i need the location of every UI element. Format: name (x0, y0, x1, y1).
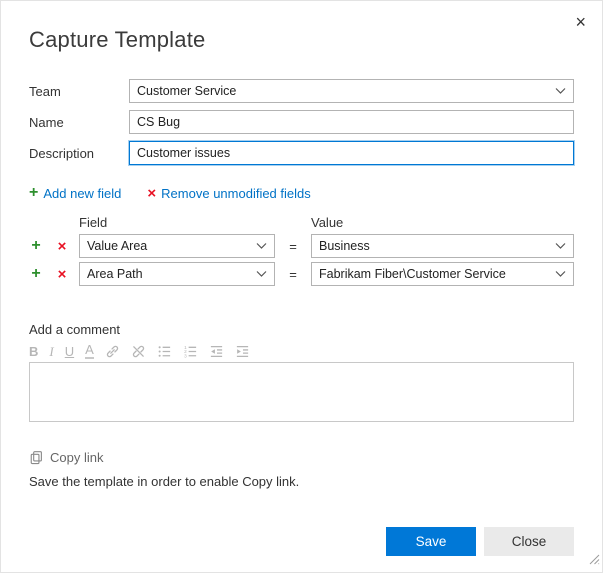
field-row-1: + × Value Area = Business (29, 234, 574, 258)
chevron-down-icon (256, 271, 267, 277)
field-selected-value: Value Area (87, 239, 250, 253)
field-dropdown[interactable]: Value Area (79, 234, 275, 258)
description-row: Description (29, 141, 574, 165)
svg-text:3: 3 (184, 353, 187, 358)
dialog-buttons: Save Close (29, 527, 574, 556)
name-row: Name (29, 110, 574, 134)
team-label: Team (29, 84, 129, 99)
name-label: Name (29, 115, 129, 130)
field-selected-value: Area Path (87, 267, 250, 281)
comment-label: Add a comment (29, 322, 574, 337)
value-column-header: Value (311, 215, 343, 230)
team-dropdown[interactable]: Customer Service (129, 79, 574, 103)
description-label: Description (29, 146, 129, 161)
comment-toolbar: B I U A 123 (29, 343, 574, 359)
description-input[interactable] (129, 141, 574, 165)
bold-icon[interactable]: B (29, 345, 38, 358)
add-new-field-button[interactable]: + Add new field (29, 185, 121, 201)
outdent-icon[interactable] (209, 344, 224, 359)
resize-grip[interactable] (589, 552, 600, 570)
field-column-header: Field (79, 215, 275, 230)
add-field-icon[interactable]: + (29, 266, 43, 282)
template-form: Team Customer Service Name Description (29, 79, 574, 165)
link-icon[interactable] (105, 344, 120, 359)
remove-unmodified-fields-label: Remove unmodified fields (161, 186, 311, 201)
copy-icon (29, 450, 44, 465)
numbered-list-icon[interactable]: 123 (183, 344, 198, 359)
text-color-icon[interactable]: A (85, 343, 94, 359)
chevron-down-icon (555, 271, 566, 277)
chevron-down-icon (256, 243, 267, 249)
field-dropdown[interactable]: Area Path (79, 262, 275, 286)
equals-sign: = (275, 267, 311, 282)
team-row: Team Customer Service (29, 79, 574, 103)
remove-unmodified-fields-button[interactable]: × Remove unmodified fields (147, 186, 310, 201)
bullet-list-icon[interactable] (157, 344, 172, 359)
save-button[interactable]: Save (386, 527, 476, 556)
plus-icon: + (29, 185, 38, 201)
equals-sign: = (275, 239, 311, 254)
copy-link-button[interactable]: Copy link (29, 450, 574, 465)
remove-field-icon[interactable]: × (55, 239, 69, 254)
close-button[interactable]: Close (484, 527, 574, 556)
fields-table-header: Field Value (29, 215, 574, 230)
chevron-down-icon (555, 88, 566, 94)
add-new-field-label: Add new field (43, 186, 121, 201)
close-icon[interactable]: × (571, 9, 590, 35)
chevron-down-icon (555, 243, 566, 249)
field-actions: + Add new field × Remove unmodified fiel… (29, 185, 574, 201)
value-selected-value: Business (319, 239, 549, 253)
add-field-icon[interactable]: + (29, 238, 43, 254)
copy-link-label: Copy link (50, 450, 103, 465)
page-title: Capture Template (29, 27, 574, 53)
remove-field-icon[interactable]: × (55, 267, 69, 282)
field-row-2: + × Area Path = Fabrikam Fiber\Customer … (29, 262, 574, 286)
value-dropdown[interactable]: Fabrikam Fiber\Customer Service (311, 262, 574, 286)
x-icon: × (147, 186, 156, 201)
capture-template-dialog: × Capture Template Team Customer Service… (1, 27, 602, 556)
team-selected-value: Customer Service (137, 84, 549, 98)
copy-link-hint: Save the template in order to enable Cop… (29, 474, 574, 489)
unlink-icon[interactable] (131, 344, 146, 359)
underline-icon[interactable]: U (65, 345, 74, 358)
name-input[interactable] (129, 110, 574, 134)
indent-icon[interactable] (235, 344, 250, 359)
italic-icon[interactable]: I (49, 345, 53, 358)
value-dropdown[interactable]: Business (311, 234, 574, 258)
comment-input[interactable] (29, 362, 574, 422)
value-selected-value: Fabrikam Fiber\Customer Service (319, 267, 549, 281)
